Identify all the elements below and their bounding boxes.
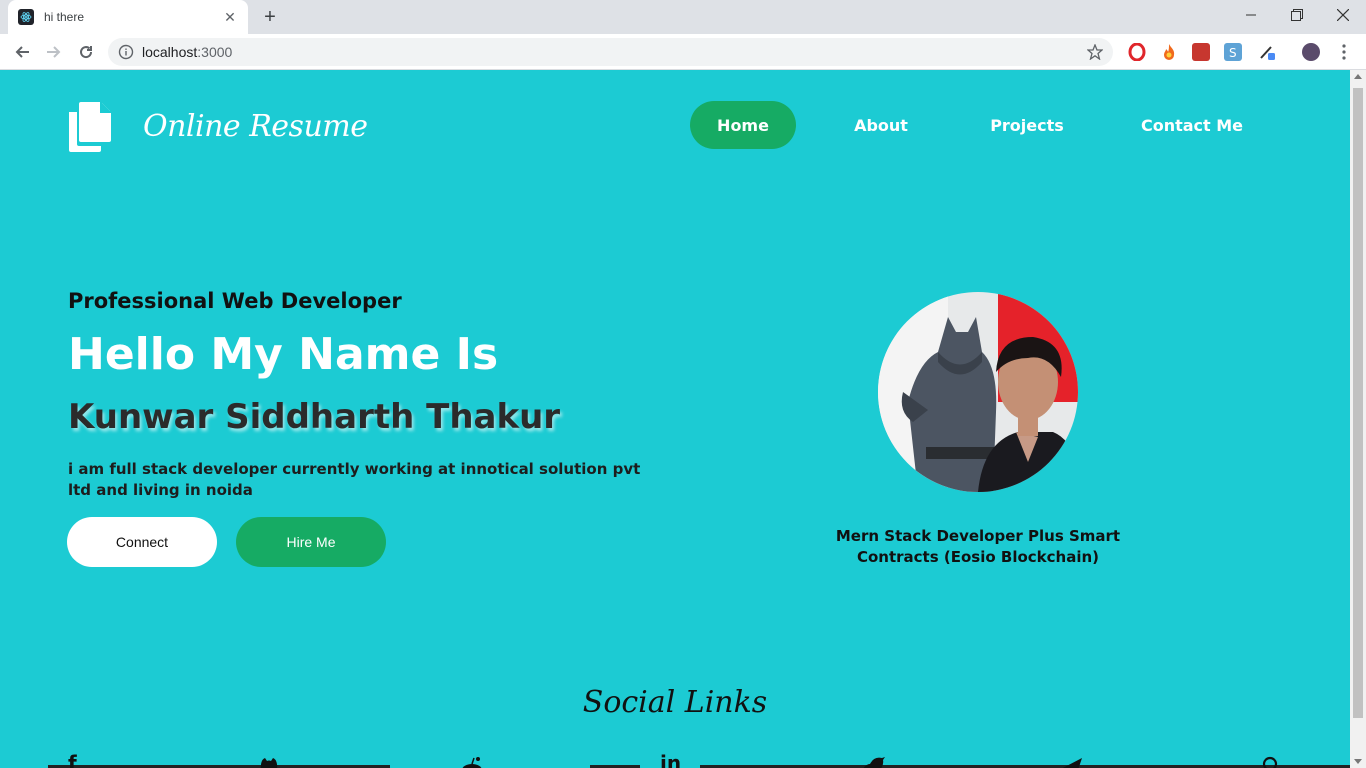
bookmark-star-icon[interactable] [1087,44,1103,60]
fire-extension-icon[interactable] [1160,43,1178,61]
url-port: :3000 [197,44,233,60]
nav-about[interactable]: About [830,101,932,149]
address-bar[interactable]: localhost:3000 [108,38,1113,66]
browser-tab[interactable]: hi there ✕ [8,0,248,34]
brand-name: Online Resume [143,108,368,144]
twitter-icon[interactable] [860,756,886,768]
scroll-up-icon[interactable] [1354,74,1362,79]
scroll-down-icon[interactable] [1354,759,1362,764]
browser-toolbar: localhost:3000 S [0,34,1366,70]
scroll-thumb[interactable] [1353,88,1363,718]
info-icon[interactable] [118,44,134,60]
profile-caption: Mern Stack Developer Plus Smart Contract… [835,527,1121,566]
url-host: localhost [142,44,198,60]
tab-title: hi there [44,10,85,24]
browser-tabstrip: hi there ✕ + [0,0,1366,34]
hero-subtitle: Professional Web Developer [68,289,402,313]
page-scrollbar[interactable] [1350,70,1366,768]
s-extension-icon[interactable]: S [1224,43,1242,61]
restore-icon[interactable] [1274,0,1320,30]
brand[interactable]: Online Resume [67,100,368,152]
location-icon[interactable] [1262,756,1278,768]
profile-photo [878,292,1078,492]
tab-close-icon[interactable]: ✕ [222,9,238,26]
profile-avatar[interactable] [1302,43,1320,61]
nav-projects[interactable]: Projects [974,101,1080,149]
menu-dots-icon[interactable] [1336,43,1352,61]
nav-contact[interactable]: Contact Me [1132,101,1252,149]
hero-name: Kunwar Siddharth Thakur [68,397,561,437]
hero-greeting: Hello My Name Is [68,329,499,380]
social-links: f in [0,750,1350,768]
forward-icon[interactable] [40,38,68,66]
connect-button[interactable]: Connect [67,517,217,567]
opera-extension-icon[interactable] [1128,42,1146,62]
facebook-icon[interactable]: f [68,753,77,768]
react-icon [18,9,34,25]
new-tab-button[interactable]: + [258,5,282,29]
reload-icon[interactable] [72,38,100,66]
document-icon [69,102,111,152]
eyedropper-extension-icon[interactable] [1258,43,1276,61]
social-title: Social Links [582,685,768,720]
github-icon[interactable] [258,756,280,768]
nav-home[interactable]: Home [690,101,796,149]
hero-description: i am full stack developer currently work… [68,460,641,499]
page-viewport: Online Resume Home About Projects Contac… [0,70,1350,768]
minimize-icon[interactable] [1228,0,1274,30]
reddit-icon[interactable] [460,756,484,768]
telegram-icon[interactable] [1058,756,1084,768]
back-icon[interactable] [8,38,36,66]
svg-text:S: S [1229,46,1237,60]
picture-extension-icon[interactable] [1192,43,1210,61]
linkedin-icon[interactable]: in [660,753,681,768]
close-window-icon[interactable] [1320,0,1366,30]
hire-me-button[interactable]: Hire Me [236,517,386,567]
